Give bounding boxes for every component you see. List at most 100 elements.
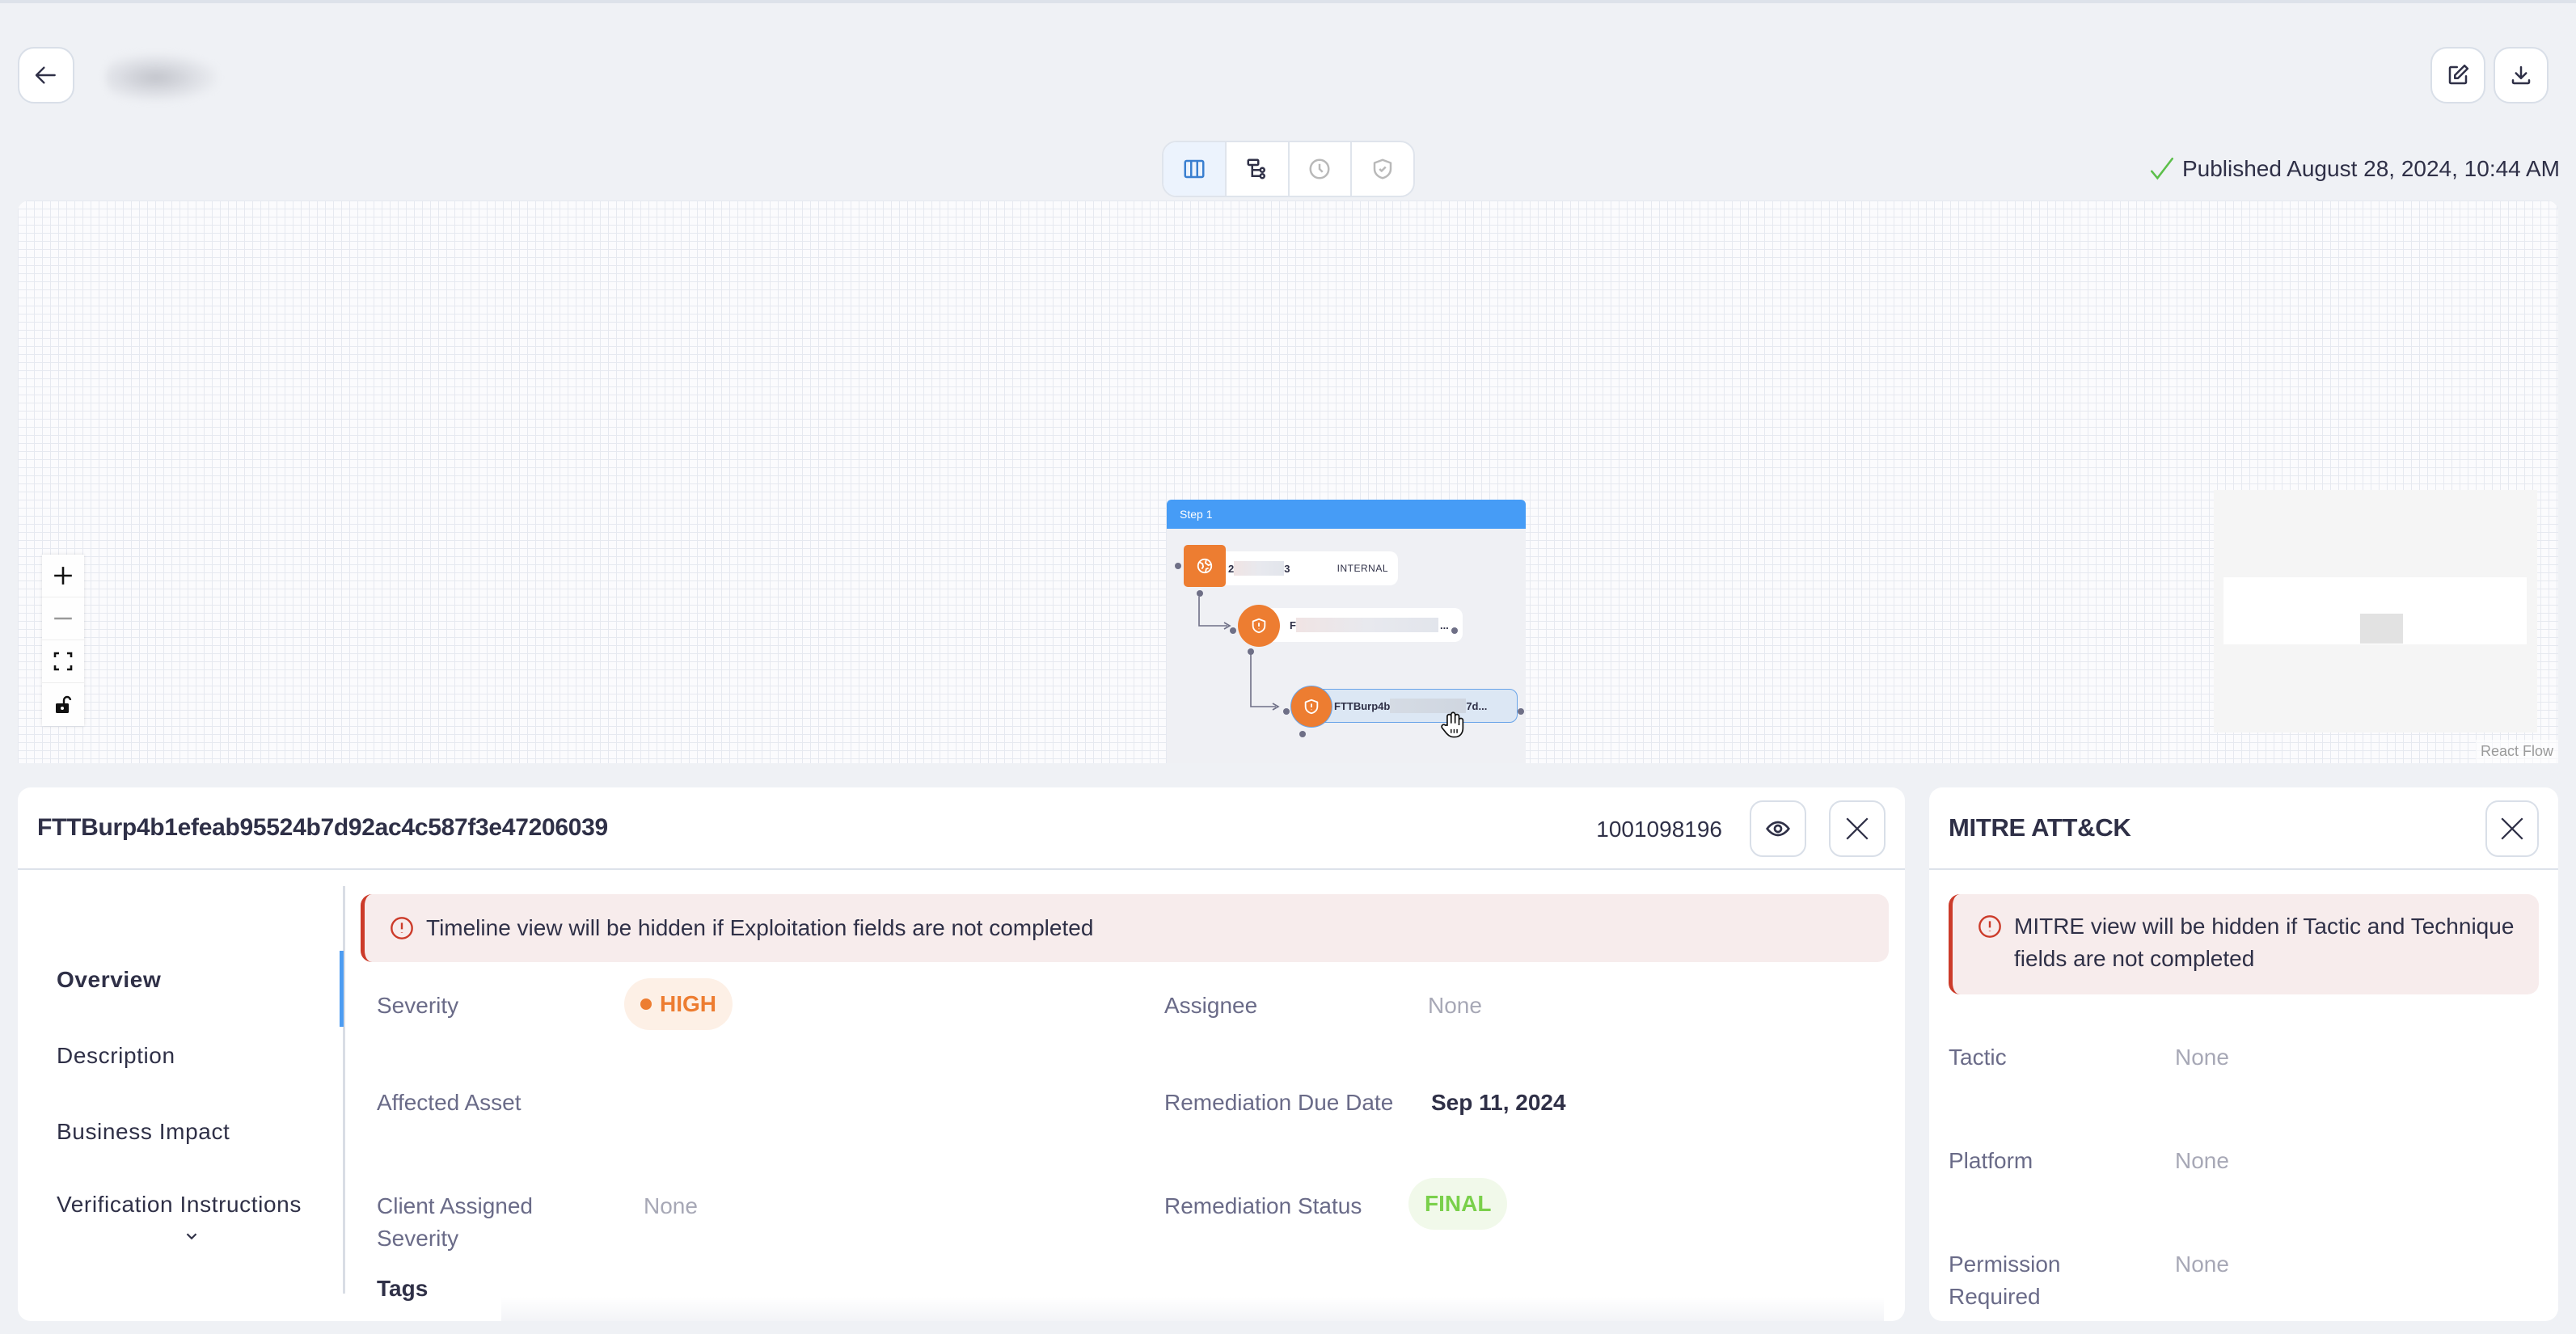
nav-item-overview[interactable]: Overview	[57, 967, 161, 993]
nav-active-indicator	[340, 951, 344, 1027]
mitre-warning-alert: MITRE view will be hidden if Tactic and …	[1949, 894, 2539, 994]
node-handle[interactable]	[1175, 563, 1181, 569]
zoom-out-button[interactable]	[42, 597, 84, 640]
node-handle[interactable]	[1248, 648, 1254, 655]
node-handle[interactable]	[1230, 627, 1236, 634]
nav-scroll-down-button[interactable]	[183, 1227, 201, 1249]
node-label-suffix: 7d...	[1466, 699, 1488, 712]
step-group[interactable]: Step 1 2 3 INTERNAL F ... FTTBurp4b 7d..…	[1167, 500, 1526, 763]
view-switcher	[1162, 141, 1415, 197]
tags-heading: Tags	[377, 1276, 429, 1301]
published-text: Published August 28, 2024, 10:44 AM	[2181, 156, 2560, 181]
minimap[interactable]	[2214, 490, 2537, 732]
nav-item-verification-instructions[interactable]: Verification Instructions	[57, 1192, 302, 1213]
edit-button[interactable]	[2430, 47, 2485, 103]
platform-label: Platform	[1949, 1148, 2033, 1173]
toggle-lock-button[interactable]	[42, 683, 84, 726]
unlock-icon	[56, 695, 72, 713]
permission-required-label: Permission Required	[1949, 1252, 2061, 1309]
columns-view-tab[interactable]	[1163, 142, 1227, 196]
affected-asset-label: Affected Asset	[377, 1090, 522, 1115]
download-button[interactable]	[2494, 47, 2549, 103]
download-icon	[2511, 65, 2531, 85]
alert-circle-icon	[1978, 915, 2001, 938]
zoom-in-button[interactable]	[42, 555, 84, 597]
finding-node-icon	[1290, 686, 1332, 728]
assignee-value: None	[1428, 993, 1482, 1018]
close-mitre-button[interactable]	[2485, 800, 2539, 857]
remediation-status-value: FINAL	[1425, 1191, 1492, 1216]
remediation-due-date-value: Sep 11, 2024	[1431, 1090, 1566, 1115]
node-label-prefix: F	[1290, 618, 1296, 631]
node-label-suffix: 3	[1284, 562, 1290, 575]
react-flow-attribution[interactable]: React Flow	[2475, 740, 2558, 763]
close-icon	[1846, 817, 1869, 840]
minus-icon	[54, 617, 72, 620]
node-handle[interactable]	[1451, 627, 1458, 634]
mitre-header: MITRE ATT&CK	[1929, 787, 2558, 870]
tree-view-tab[interactable]	[1227, 142, 1290, 196]
client-assigned-severity-label: Client Assigned Severity	[377, 1193, 534, 1251]
edge-2	[1250, 653, 1276, 707]
shield-alert-icon	[1252, 618, 1266, 634]
minimap-node	[2360, 614, 2403, 644]
severity-badge: HIGH	[624, 978, 733, 1030]
columns-icon	[1184, 159, 1205, 179]
shield-alert-icon	[1304, 699, 1319, 715]
globe-icon	[1197, 558, 1213, 574]
fit-view-button[interactable]	[42, 640, 84, 683]
redacted-text	[1234, 561, 1285, 576]
timeline-warning-text: Timeline view will be hidden if Exploita…	[426, 915, 1094, 940]
timeline-view-tab[interactable]	[1290, 142, 1353, 196]
platform-value: None	[2175, 1148, 2229, 1173]
flow-node-finding[interactable]: F ...	[1259, 608, 1463, 642]
chevron-down-icon	[186, 1233, 197, 1240]
tactic-value: None	[2175, 1045, 2229, 1070]
hierarchy-icon	[1247, 158, 1265, 179]
severity-dot-icon	[640, 998, 652, 1010]
published-status: Published August 28, 2024, 10:44 AM	[2148, 155, 2560, 183]
alert-circle-icon	[391, 917, 413, 939]
mitre-title: MITRE ATT&CK	[1949, 813, 2131, 842]
view-finding-button[interactable]	[1750, 800, 1806, 857]
node-label-suffix: ...	[1439, 618, 1449, 631]
close-detail-button[interactable]	[1829, 800, 1886, 857]
edit-icon	[2448, 64, 2469, 85]
section-nav: Overview Description Business Impact Ver…	[18, 870, 346, 1307]
tactic-label: Tactic	[1949, 1045, 2007, 1070]
flow-canvas[interactable]: Step 1 2 3 INTERNAL F ... FTTBurp4b 7d..…	[18, 201, 2558, 763]
edge-1	[1198, 597, 1227, 627]
node-label-prefix: FTTBurp4b	[1334, 699, 1391, 712]
page-title-redacted	[105, 53, 218, 102]
checkmark-icon	[2150, 157, 2173, 180]
finding-number: 1001098196	[1596, 817, 1722, 842]
flow-node-asset[interactable]: 2 3 INTERNAL	[1206, 551, 1398, 585]
nav-scroll-rail	[343, 886, 345, 1294]
eye-icon	[1766, 821, 1790, 837]
nav-item-description[interactable]: Description	[57, 1043, 175, 1069]
shield-check-icon	[1373, 158, 1392, 179]
node-handle[interactable]	[1518, 708, 1524, 715]
clock-icon	[1309, 158, 1330, 179]
back-button[interactable]	[18, 47, 74, 103]
severity-label: Severity	[377, 993, 459, 1018]
node-tag: INTERNAL	[1337, 563, 1388, 574]
finding-detail-panel: FTTBurp4b1efeab95524b7d92ac4c587f3e47206…	[18, 787, 1905, 1321]
plus-icon	[54, 567, 72, 585]
mitre-view-tab[interactable]	[1352, 142, 1413, 196]
arrow-left-icon	[35, 66, 56, 84]
redacted-text	[1295, 618, 1438, 632]
node-handle[interactable]	[1299, 731, 1306, 737]
scroll-fade	[501, 1297, 1884, 1321]
fit-view-icon	[53, 652, 73, 671]
node-handle[interactable]	[1283, 708, 1290, 715]
finding-detail-header: FTTBurp4b1efeab95524b7d92ac4c587f3e47206…	[18, 787, 1905, 870]
zoom-controls	[42, 555, 84, 726]
client-assigned-severity-value: None	[644, 1193, 698, 1218]
nav-item-business-impact[interactable]: Business Impact	[57, 1119, 230, 1145]
hand-cursor-icon	[1441, 711, 1464, 738]
remediation-status-label: Remediation Status	[1164, 1193, 1362, 1218]
timeline-warning-alert: Timeline view will be hidden if Exploita…	[361, 894, 1889, 962]
node-handle[interactable]	[1197, 590, 1203, 597]
assignee-label: Assignee	[1164, 993, 1258, 1018]
